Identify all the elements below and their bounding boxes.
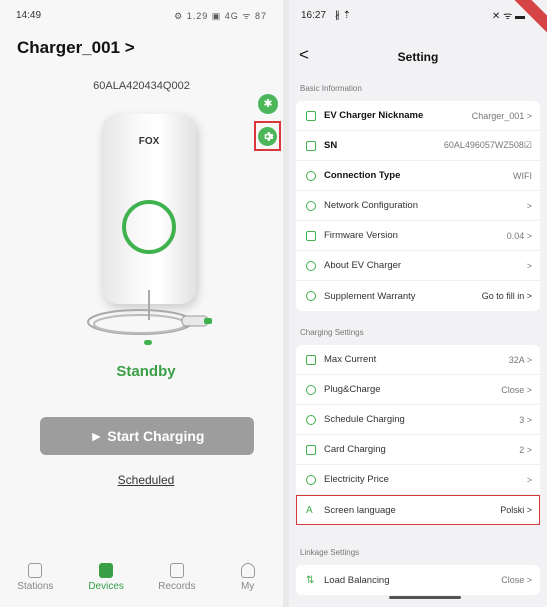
row-value: Charger_001 > bbox=[471, 110, 532, 121]
row-value: Close > bbox=[501, 384, 532, 395]
row-label: Connection Type bbox=[324, 170, 401, 181]
row-charger-nickname[interactable]: EV Charger Nickname Charger_001 > bbox=[296, 101, 540, 131]
row-schedule-charging[interactable]: Schedule Charging 3 > bbox=[296, 405, 540, 435]
language-icon: A bbox=[306, 504, 313, 516]
row-label: Plug&Charge bbox=[324, 384, 381, 395]
row-max-current[interactable]: Max Current 32A > bbox=[296, 345, 540, 375]
scheduled-link[interactable]: Scheduled bbox=[0, 473, 283, 487]
page-title: Setting bbox=[397, 50, 439, 64]
row-label: EV Charger Nickname bbox=[324, 110, 424, 121]
row-network-configuration[interactable]: Network Configuration > bbox=[296, 191, 540, 221]
clock-icon bbox=[306, 414, 316, 425]
brand-logo: FOX bbox=[138, 136, 160, 147]
row-electricity-price[interactable]: Electricity Price > bbox=[296, 465, 540, 495]
records-icon bbox=[169, 563, 184, 578]
row-value: > bbox=[526, 260, 532, 271]
card-icon bbox=[306, 444, 316, 455]
row-value: Go to fill in > bbox=[481, 291, 532, 301]
nav-records[interactable]: Records bbox=[142, 555, 213, 607]
row-card-charging[interactable]: Card Charging 2 > bbox=[296, 435, 540, 465]
row-value: Close > bbox=[501, 575, 532, 585]
globe-icon bbox=[306, 200, 316, 211]
section-label-basic: Basic Information bbox=[300, 84, 362, 93]
row-load-balancing[interactable]: ⇅ Load Balancing Close > bbox=[296, 565, 540, 595]
devices-screen: 14:49 ⚙ 1.29 ▣ 4G ᯤ 87 Charger_001 > 60A… bbox=[0, 0, 283, 607]
section-label-charging: Charging Settings bbox=[300, 328, 364, 337]
nav-stations[interactable]: Stations bbox=[0, 555, 71, 607]
row-sn[interactable]: SN 60AL496057WZ508☑ bbox=[296, 131, 540, 161]
info-icon bbox=[306, 260, 316, 271]
status-bar-icons: ✕ ᯤ ▬ bbox=[491, 11, 525, 22]
warranty-icon bbox=[306, 291, 316, 301]
row-label: Electricity Price bbox=[324, 474, 389, 485]
start-charging-button[interactable]: ► Start Charging bbox=[40, 417, 254, 455]
firmware-icon bbox=[306, 230, 316, 241]
row-value: > bbox=[526, 200, 532, 211]
basic-info-card: EV Charger Nickname Charger_001 > SN 60A… bbox=[296, 101, 540, 311]
row-value: 2 > bbox=[519, 444, 532, 455]
row-label: Schedule Charging bbox=[324, 414, 405, 425]
row-value: 0.04 > bbox=[506, 230, 532, 241]
charger-image: FOX bbox=[74, 110, 224, 350]
charger-icon bbox=[306, 110, 316, 121]
device-serial: 60ALA420434Q002 bbox=[93, 80, 190, 92]
settings-button[interactable] bbox=[258, 126, 277, 146]
sn-icon bbox=[306, 140, 316, 151]
row-label: Network Configuration bbox=[324, 200, 418, 211]
row-label: Card Charging bbox=[324, 444, 386, 455]
device-title[interactable]: Charger_001 > bbox=[17, 38, 135, 58]
user-icon bbox=[240, 563, 255, 578]
row-value: 3 > bbox=[519, 414, 532, 425]
settings-screen: 16:27 ∦ ⇡ ✕ ᯤ ▬ < Setting Basic Informat… bbox=[289, 0, 547, 607]
row-label: Firmware Version bbox=[324, 230, 398, 241]
row-plug-charge[interactable]: Plug&Charge Close > bbox=[296, 375, 540, 405]
row-label: SN bbox=[324, 140, 338, 151]
row-value: 32A > bbox=[508, 354, 532, 365]
row-value: 60AL496057WZ508☑ bbox=[443, 140, 532, 150]
row-label: Screen language bbox=[324, 504, 396, 516]
row-firmware-version[interactable]: Firmware Version 0.04 > bbox=[296, 221, 540, 251]
linkage-settings-card: ⇅ Load Balancing Close > bbox=[296, 565, 540, 595]
nav-label: Devices bbox=[88, 581, 124, 592]
plug-icon bbox=[306, 384, 316, 395]
charger-body: FOX bbox=[102, 114, 196, 304]
device-icon bbox=[99, 563, 114, 578]
current-icon bbox=[306, 354, 316, 365]
status-icons-left: ∦ ⇡ bbox=[334, 10, 351, 21]
status-bar-time: 14:49 bbox=[16, 10, 42, 21]
station-icon bbox=[28, 563, 43, 578]
row-label: About EV Charger bbox=[324, 260, 402, 271]
nav-label: My bbox=[240, 581, 255, 592]
row-value: Polski > bbox=[500, 505, 532, 515]
row-connection-type[interactable]: Connection Type WIFI bbox=[296, 161, 540, 191]
row-value: > bbox=[526, 474, 532, 485]
row-screen-language[interactable]: A Screen language Polski > bbox=[296, 495, 540, 525]
row-about-charger[interactable]: About EV Charger > bbox=[296, 251, 540, 281]
charger-status: Standby bbox=[116, 363, 176, 380]
row-supplement-warranty[interactable]: Supplement Warranty Go to fill in > bbox=[296, 281, 540, 311]
section-label-linkage: Linkage Settings bbox=[300, 548, 360, 557]
row-value: WIFI bbox=[513, 170, 532, 181]
status-bar-icons: ⚙ 1.29 ▣ 4G ᯤ 87 bbox=[174, 11, 267, 21]
nav-label: Records bbox=[158, 581, 196, 592]
status-indicator-dot bbox=[144, 340, 152, 345]
row-label: Supplement Warranty bbox=[324, 290, 416, 302]
nav-my[interactable]: My bbox=[212, 555, 283, 607]
wifi-icon bbox=[306, 170, 316, 181]
price-icon bbox=[306, 474, 316, 485]
row-label: Max Current bbox=[324, 354, 377, 365]
charging-settings-card: Max Current 32A > Plug&Charge Close > Sc… bbox=[296, 345, 540, 525]
bluetooth-icon[interactable]: ✱ bbox=[258, 94, 278, 114]
status-bar-time: 16:27 ∦ ⇡ bbox=[301, 10, 351, 21]
bottom-nav: Stations Devices Records My bbox=[0, 555, 283, 607]
status-ring bbox=[122, 200, 176, 254]
home-indicator bbox=[389, 596, 461, 599]
row-label: Load Balancing bbox=[324, 574, 390, 586]
status-time: 16:27 bbox=[301, 10, 327, 21]
nav-devices[interactable]: Devices bbox=[71, 555, 142, 607]
gear-icon bbox=[264, 131, 274, 141]
balance-icon: ⇅ bbox=[306, 574, 315, 586]
settings-highlight bbox=[254, 121, 281, 151]
nav-label: Stations bbox=[17, 581, 54, 592]
